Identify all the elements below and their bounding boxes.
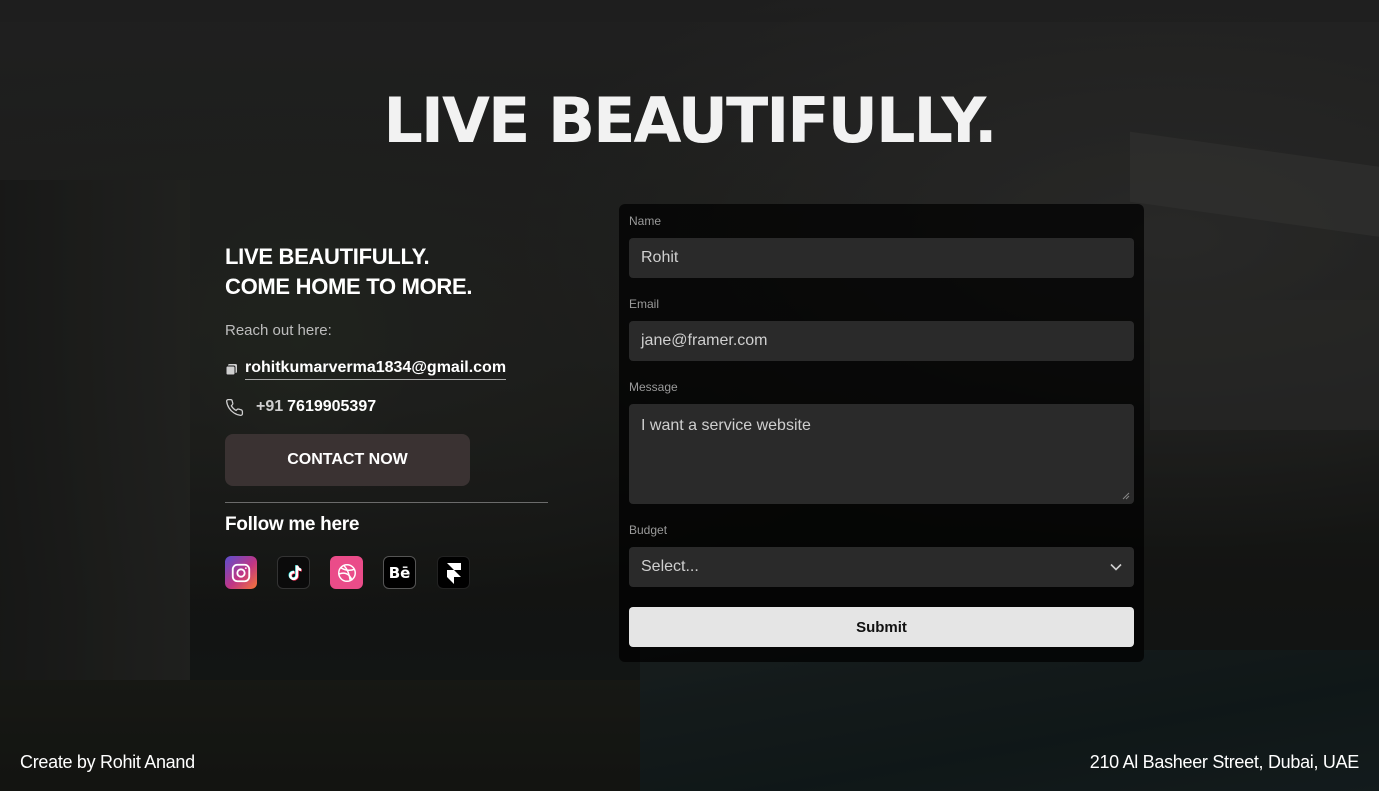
tagline: LIVE BEAUTIFULLY. COME HOME TO MORE.	[225, 242, 548, 302]
phone-icon	[225, 398, 245, 416]
message-text: I want a service website	[641, 417, 811, 434]
contact-now-button[interactable]: CONTACT NOW	[225, 434, 470, 486]
contact-info-panel: LIVE BEAUTIFULLY. COME HOME TO MORE. Rea…	[225, 242, 548, 589]
phone-row: +91 7619905397	[225, 398, 548, 416]
budget-selected-value: Select...	[641, 558, 699, 575]
dribbble-icon[interactable]	[330, 556, 363, 589]
instagram-icon[interactable]	[225, 556, 257, 589]
contact-form: Name Rohit Email jane@framer.com Message…	[619, 204, 1144, 662]
email-link[interactable]: rohitkumarverma1834@gmail.com	[245, 359, 507, 380]
social-links: Bē	[225, 556, 548, 589]
name-label: Name	[629, 214, 662, 228]
budget-label: Budget	[629, 523, 668, 537]
footer-address: 210 Al Basheer Street, Dubai, UAE	[1089, 752, 1360, 772]
copy-icon[interactable]	[225, 362, 245, 378]
behance-icon[interactable]: Bē	[383, 556, 416, 589]
message-field[interactable]: I want a service website	[629, 404, 1134, 504]
divider	[225, 502, 548, 503]
resize-handle-icon[interactable]	[1122, 492, 1130, 500]
reach-label: Reach out here:	[225, 322, 332, 339]
tagline-line-2: COME HOME TO MORE.	[225, 274, 473, 299]
email-label: Email	[629, 297, 660, 311]
budget-select[interactable]: Select...	[629, 547, 1134, 587]
email-row: rohitkumarverma1834@gmail.com	[225, 359, 548, 380]
phone-prefix: +91	[256, 398, 284, 415]
top-band	[0, 0, 1379, 22]
chevron-down-icon	[1110, 563, 1122, 571]
follow-heading: Follow me here	[225, 514, 360, 535]
footer-credit: Create by Rohit Anand	[20, 752, 195, 772]
phone-number[interactable]: 7619905397	[287, 398, 376, 416]
name-field[interactable]: Rohit	[629, 238, 1134, 278]
email-field[interactable]: jane@framer.com	[629, 321, 1134, 361]
submit-button[interactable]: Submit	[629, 607, 1134, 647]
hero-headline: LIVE BEAUTIFULLY.	[383, 84, 997, 157]
framer-icon[interactable]	[437, 556, 470, 589]
message-label: Message	[629, 380, 678, 394]
tagline-line-1: LIVE BEAUTIFULLY.	[225, 244, 430, 269]
tiktok-icon[interactable]	[277, 556, 310, 589]
